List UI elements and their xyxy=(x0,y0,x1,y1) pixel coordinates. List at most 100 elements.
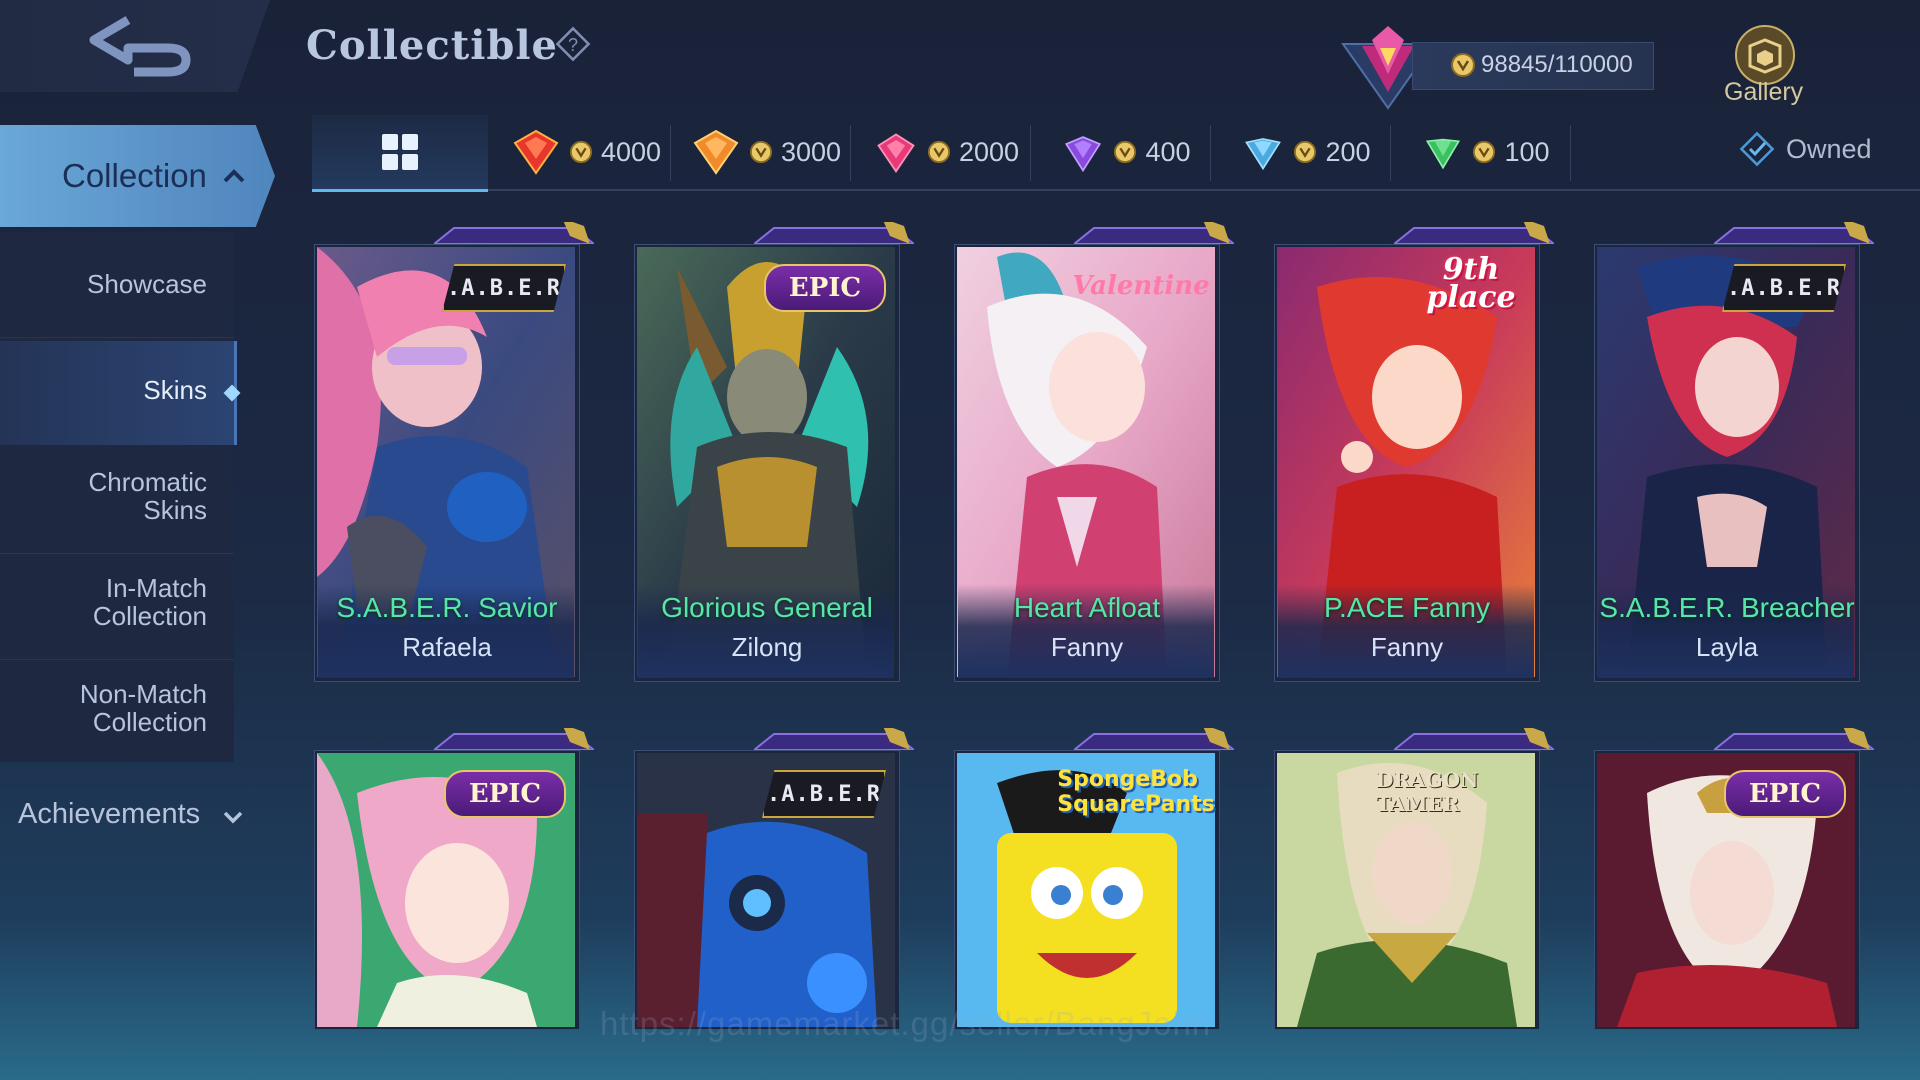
skin-card[interactable]: S.A.B.E.R. S.A.B.E.R. Savior Rafaela xyxy=(314,222,594,682)
card-ribbon xyxy=(434,222,594,244)
tab-tier-value: 3000 xyxy=(780,136,842,167)
collection-point-icon xyxy=(1294,140,1317,164)
collection-point-icon xyxy=(569,140,593,164)
tab-tier-value: 200 xyxy=(1325,136,1371,167)
help-icon[interactable]: ? xyxy=(553,24,593,64)
collection-point-icon xyxy=(1114,140,1137,164)
sidebar-item-label: Showcase xyxy=(87,269,207,299)
sidebar-item-skins[interactable]: Skins xyxy=(0,376,234,404)
sidebar-item-label: Collection xyxy=(92,601,207,631)
hero-name: Fanny xyxy=(1370,632,1444,662)
skin-card[interactable]: SpongeBob SquarePants xyxy=(954,728,1234,1030)
chevron-down-icon xyxy=(223,811,243,824)
skin-name: P.ACE Fanny xyxy=(1323,592,1491,623)
tab-tier-value: 2000 xyxy=(958,136,1020,167)
tier-gem-icon xyxy=(1245,138,1282,171)
checkbox-icon xyxy=(1739,131,1775,167)
tab-tier-100[interactable]: 100 xyxy=(1398,115,1574,189)
skin-card[interactable]: S.A.B.E.R. xyxy=(634,728,914,1030)
sidebar-item-showcase[interactable]: Showcase xyxy=(0,270,234,298)
tier-gem-icon xyxy=(513,129,559,175)
divider xyxy=(670,125,671,181)
svg-text:?: ? xyxy=(568,35,578,55)
skin-card[interactable]: DRAGON TAMER xyxy=(1274,728,1554,1030)
skin-series-badge: S.A.B.E.R. xyxy=(1722,264,1846,312)
sidebar-item-label: Collection xyxy=(92,707,207,737)
skin-card[interactable]: Valentine Heart Afloat Fanny xyxy=(954,222,1234,682)
sidebar-item-in-match-collection[interactable]: In-Match Collection xyxy=(0,574,234,630)
skin-card[interactable]: EPIC Glorious General Zilong xyxy=(634,222,914,682)
tab-tier-400[interactable]: 400 xyxy=(1038,115,1214,189)
card-ribbon xyxy=(754,222,914,244)
grid-icon xyxy=(382,134,418,170)
sidebar-achievements[interactable]: Achievements xyxy=(18,798,200,831)
skin-name: S.A.B.E.R. Breacher xyxy=(1599,592,1855,623)
divider xyxy=(1390,125,1391,181)
sidebar-item-label: Non-Match xyxy=(79,679,207,709)
tab-tier-3000[interactable]: 3000 xyxy=(678,115,854,189)
sidebar-item-label: Skins xyxy=(143,375,207,405)
skin-name: Heart Afloat xyxy=(1013,592,1161,623)
tab-tier-4000[interactable]: 4000 xyxy=(498,115,674,189)
skin-series-badge: SpongeBob SquarePants xyxy=(1057,767,1215,817)
card-ribbon xyxy=(1394,222,1554,244)
gallery-icon[interactable] xyxy=(1730,24,1800,86)
card-ribbon xyxy=(1074,222,1234,244)
card-ribbon xyxy=(1394,728,1554,750)
skin-series-badge: Valentine xyxy=(1072,271,1210,301)
skin-series-badge: EPIC xyxy=(1724,770,1846,818)
tab-tier-value: 4000 xyxy=(600,136,662,167)
sidebar-item-chromatic-skins[interactable]: Chromatic Skins xyxy=(0,468,234,524)
hero-name: Layla xyxy=(1695,632,1759,662)
hero-name: Zilong xyxy=(731,632,803,662)
tab-tier-2000[interactable]: 2000 xyxy=(858,115,1034,189)
divider xyxy=(1210,125,1211,181)
tab-tier-value: 400 xyxy=(1145,136,1191,167)
chevron-up-icon xyxy=(223,169,245,183)
back-arrow-icon xyxy=(89,16,191,77)
back-button[interactable] xyxy=(0,0,270,92)
hero-name: Fanny xyxy=(1050,632,1124,662)
skin-series-badge: DRAGON TAMER xyxy=(1376,768,1479,816)
skin-series-badge: EPIC xyxy=(444,770,566,818)
card-ribbon xyxy=(754,728,914,750)
sidebar-item-non-match-collection[interactable]: Non-Match Collection xyxy=(0,680,234,736)
skin-series-badge: S.A.B.E.R. xyxy=(442,264,566,312)
card-ribbon xyxy=(1714,728,1874,750)
skin-card[interactable]: EPIC xyxy=(1594,728,1874,1030)
watermark-text: https://gamemarket.gg/seller/BangJohn xyxy=(600,1005,1212,1042)
tier-gem-icon xyxy=(693,129,739,175)
card-ribbon xyxy=(434,728,594,750)
tab-tier-200[interactable]: 200 xyxy=(1218,115,1394,189)
collection-point-icon xyxy=(749,140,773,164)
filter-tab-bar: 4000 3000 2000 400 200 100 xyxy=(312,115,1920,192)
gallery-label[interactable]: Gallery xyxy=(1724,78,1803,107)
skin-card[interactable]: 9th place P.ACE Fanny Fanny xyxy=(1274,222,1554,682)
divider xyxy=(850,125,851,181)
card-ribbon xyxy=(1074,728,1234,750)
page-title: Collectible xyxy=(306,22,558,69)
skin-series-badge: EPIC xyxy=(764,264,886,312)
skin-name: Glorious General xyxy=(661,592,873,623)
tier-gem-icon xyxy=(1426,138,1461,170)
divider xyxy=(1570,125,1571,181)
owned-label: Owned xyxy=(1786,134,1872,164)
points-value: 98845/110000 xyxy=(1481,51,1633,78)
owned-filter[interactable]: Owned xyxy=(1738,130,1898,170)
divider xyxy=(0,337,234,338)
skin-series-badge: S.A.B.E.R. xyxy=(762,770,886,818)
skin-card[interactable]: EPIC xyxy=(314,728,594,1030)
tier-gem-icon xyxy=(1065,136,1102,173)
tab-tier-value: 100 xyxy=(1504,136,1550,167)
collection-point-icon xyxy=(1451,53,1475,77)
sidebar-item-label: In-Match xyxy=(105,573,207,603)
tab-all[interactable] xyxy=(312,115,488,192)
sidebar-collection-label: Collection xyxy=(62,157,207,194)
divider xyxy=(0,659,234,660)
divider xyxy=(1030,125,1031,181)
collection-point-icon xyxy=(927,140,951,164)
sidebar-item-label: Chromatic xyxy=(88,467,207,497)
divider xyxy=(0,553,234,554)
skin-card[interactable]: S.A.B.E.R. S.A.B.E.R. Breacher Layla xyxy=(1594,222,1874,682)
hero-name: Rafaela xyxy=(402,632,492,662)
